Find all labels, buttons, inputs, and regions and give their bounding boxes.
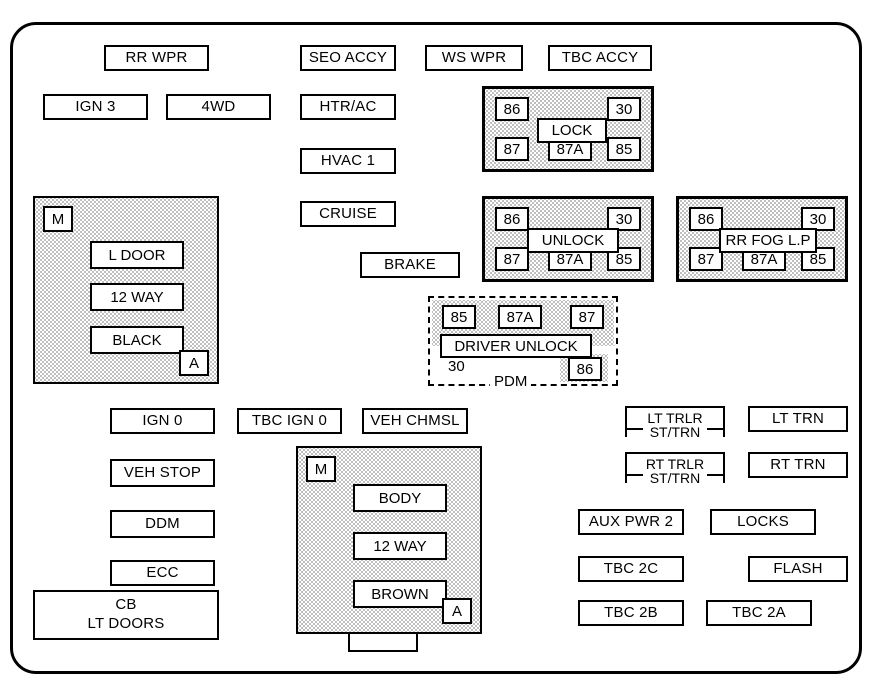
fuse-brake[interactable]: BRAKE — [360, 252, 460, 278]
connector-body-row-12-way: 12 WAY — [353, 532, 447, 560]
fuse-htr-ac[interactable]: HTR/AC — [300, 94, 396, 120]
fuse-4wd[interactable]: 4WD — [166, 94, 271, 120]
fuse-tbc-2a[interactable]: TBC 2A — [706, 600, 812, 626]
connector-body-tag-m: M — [306, 456, 336, 482]
fuse-block-diagram: RR WPR SEO ACCY WS WPR TBC ACCY IGN 3 4W… — [0, 0, 880, 700]
pdm-pin-86: 86 — [568, 357, 602, 381]
fuse-hvac-1[interactable]: HVAC 1 — [300, 148, 396, 174]
connector-body-tag-a: A — [442, 598, 472, 624]
fuse-lt-trlr-line2-frame: ST/TRN — [625, 424, 725, 446]
fuse-ecc[interactable]: ECC — [110, 560, 215, 586]
fuse-lt-trlr-st-trn[interactable]: LT TRLR ST/TRN — [625, 406, 725, 446]
relay-lock-pin-87: 87 — [495, 137, 529, 161]
pdm-pin-87a: 87A — [498, 305, 542, 329]
connector-left-row-12-way: 12 WAY — [90, 283, 184, 311]
fuse-flash[interactable]: FLASH — [748, 556, 848, 582]
relay-lock-label: LOCK — [537, 118, 607, 143]
relay-rr-fog-lp-pin-87: 87 — [689, 247, 723, 271]
fuse-tbc-ign-0[interactable]: TBC IGN 0 — [237, 408, 342, 434]
fuse-locks[interactable]: LOCKS — [710, 509, 816, 535]
pdm-pin-87: 87 — [570, 305, 604, 329]
relay-unlock-pin-87: 87 — [495, 247, 529, 271]
fuse-rt-trlr-line2-frame: ST/TRN — [625, 470, 725, 492]
connector-body-tab — [348, 634, 418, 652]
pdm-relay-label: DRIVER UNLOCK — [440, 334, 592, 358]
fuse-ws-wpr[interactable]: WS WPR — [425, 45, 523, 71]
fuse-lt-trlr-line2: ST/TRN — [647, 424, 703, 440]
connector-body[interactable]: M BODY 12 WAY BROWN A — [296, 446, 482, 634]
fuse-rr-wpr[interactable]: RR WPR — [104, 45, 209, 71]
fuse-cruise[interactable]: CRUISE — [300, 201, 396, 227]
connector-left-door[interactable]: M L DOOR 12 WAY BLACK A — [33, 196, 219, 384]
fuse-cb-lt-doors[interactable]: CB LT DOORS — [33, 590, 219, 640]
fuse-seo-accy[interactable]: SEO ACCY — [300, 45, 396, 71]
fuse-ddm[interactable]: DDM — [110, 510, 215, 538]
pdm-group[interactable]: 85 87A 87 DRIVER UNLOCK 30 86 PDM — [428, 296, 618, 390]
relay-unlock[interactable]: 86 30 UNLOCK 87 87A 85 — [482, 196, 654, 282]
fuse-tbc-2b[interactable]: TBC 2B — [578, 600, 684, 626]
relay-lock[interactable]: 86 30 LOCK 87 87A 85 — [482, 86, 654, 172]
relay-lock-pin-86: 86 — [495, 97, 529, 121]
fuse-tbc-2c[interactable]: TBC 2C — [578, 556, 684, 582]
relay-lock-pin-85: 85 — [607, 137, 641, 161]
fuse-lt-trn[interactable]: LT TRN — [748, 406, 848, 432]
pdm-pin-85: 85 — [442, 305, 476, 329]
relay-lock-pin-30: 30 — [607, 97, 641, 121]
fuse-ign-3[interactable]: IGN 3 — [43, 94, 148, 120]
connector-left-row-l-door: L DOOR — [90, 241, 184, 269]
fuse-rt-trlr-line2: ST/TRN — [647, 470, 703, 486]
connector-body-row-brown: BROWN — [353, 580, 447, 608]
connector-left-tag-m: M — [43, 206, 73, 232]
fuse-rt-trn[interactable]: RT TRN — [748, 452, 848, 478]
relay-unlock-label: UNLOCK — [527, 228, 619, 253]
relay-unlock-pin-86: 86 — [495, 207, 529, 231]
relay-rr-fog-lp-label: RR FOG L.P — [719, 228, 817, 253]
fuse-ign-0[interactable]: IGN 0 — [110, 408, 215, 434]
pdm-pin-30: 30 — [446, 358, 467, 375]
connector-left-row-black: BLACK — [90, 326, 184, 354]
connector-left-tag-a: A — [179, 350, 209, 376]
relay-rr-fog-lp[interactable]: 86 30 RR FOG L.P 87 87A 85 — [676, 196, 848, 282]
fuse-tbc-accy[interactable]: TBC ACCY — [548, 45, 652, 71]
fuse-rt-trlr-st-trn[interactable]: RT TRLR ST/TRN — [625, 452, 725, 492]
connector-body-row-body: BODY — [353, 484, 447, 512]
pdm-group-label: PDM — [490, 373, 532, 390]
relay-rr-fog-lp-pin-86: 86 — [689, 207, 723, 231]
fuse-veh-chmsl[interactable]: VEH CHMSL — [362, 408, 468, 434]
fuse-veh-stop[interactable]: VEH STOP — [110, 459, 215, 487]
fuse-aux-pwr-2[interactable]: AUX PWR 2 — [578, 509, 684, 535]
